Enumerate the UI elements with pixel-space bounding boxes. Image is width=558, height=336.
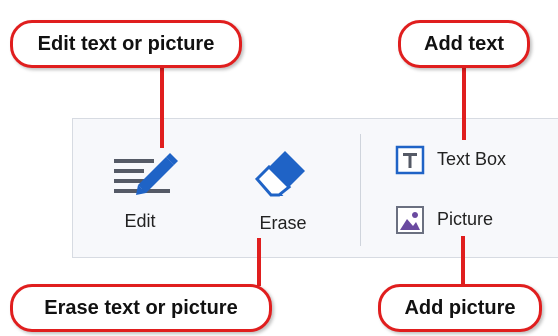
picture-label: Picture xyxy=(437,209,494,229)
erase-button[interactable]: Erase xyxy=(238,145,328,240)
eraser-icon xyxy=(254,151,305,197)
erase-callout: Erase text or picture xyxy=(10,284,272,332)
text-box-button[interactable]: Text Box xyxy=(395,142,540,176)
erase-callout-leader xyxy=(257,238,261,286)
add-text-callout-leader xyxy=(462,66,466,140)
add-picture-callout: Add picture xyxy=(378,284,542,332)
edit-callout: Edit text or picture xyxy=(10,20,242,68)
edit-callout-leader xyxy=(160,64,164,148)
pencil-lines-icon xyxy=(114,153,178,195)
edit-button[interactable]: Edit xyxy=(100,145,190,240)
ribbon-divider xyxy=(360,134,361,246)
text-box-label: Text Box xyxy=(437,149,507,169)
add-picture-callout-leader xyxy=(461,236,465,288)
edit-label: Edit xyxy=(124,211,156,231)
text-box-icon xyxy=(395,145,425,175)
erase-label: Erase xyxy=(259,213,307,233)
picture-button[interactable]: Picture xyxy=(395,203,540,237)
picture-icon xyxy=(396,206,424,234)
add-text-callout: Add text xyxy=(398,20,530,68)
